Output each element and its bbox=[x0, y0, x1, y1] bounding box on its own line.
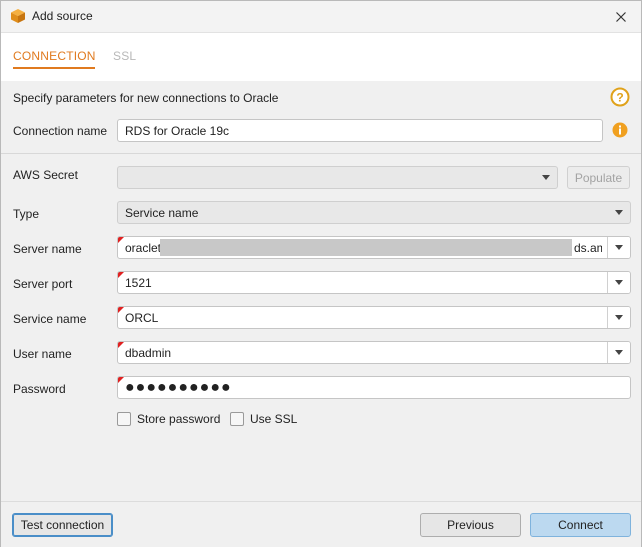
user-name-value: dbadmin bbox=[125, 345, 172, 360]
aws-secret-dropdown[interactable] bbox=[117, 166, 558, 189]
aws-secret-dropdown-button[interactable] bbox=[535, 167, 557, 188]
chevron-down-icon bbox=[615, 315, 623, 320]
title-bar: Add source bbox=[1, 1, 641, 33]
tab-connection[interactable]: CONNECTION bbox=[13, 49, 96, 63]
service-name-dropdown-button[interactable] bbox=[607, 307, 630, 328]
server-port-value: 1521 bbox=[125, 275, 152, 290]
server-name-label: Server name bbox=[13, 242, 82, 256]
chevron-down-icon bbox=[615, 210, 623, 215]
password-value: ●●●●●●●●●● bbox=[125, 378, 232, 396]
tab-bar: CONNECTION SSL bbox=[1, 33, 641, 81]
store-password-option[interactable]: Store password bbox=[117, 412, 220, 426]
password-label: Password bbox=[13, 382, 66, 396]
active-tab-indicator bbox=[13, 67, 95, 69]
connect-button[interactable]: Connect bbox=[530, 513, 631, 537]
use-ssl-option[interactable]: Use SSL bbox=[230, 412, 297, 426]
service-name-combobox[interactable]: ORCL bbox=[117, 306, 631, 329]
server-name-prefix: oraclet bbox=[125, 241, 162, 255]
populate-button[interactable]: Populate bbox=[567, 166, 630, 189]
connection-name-input[interactable]: RDS for Oracle 19c bbox=[117, 119, 603, 142]
user-name-dropdown-button[interactable] bbox=[607, 342, 630, 363]
server-port-label: Server port bbox=[13, 277, 73, 291]
use-ssl-checkbox[interactable] bbox=[230, 412, 244, 426]
info-icon[interactable] bbox=[612, 122, 628, 138]
use-ssl-label: Use SSL bbox=[250, 412, 298, 426]
type-label: Type bbox=[13, 207, 40, 221]
chevron-down-icon bbox=[615, 280, 623, 285]
connection-form: Specify parameters for new connections t… bbox=[1, 81, 641, 501]
aws-box-icon bbox=[11, 9, 25, 23]
close-button[interactable] bbox=[601, 1, 641, 32]
chevron-down-icon bbox=[615, 350, 623, 355]
store-password-label: Store password bbox=[137, 412, 221, 426]
chevron-down-icon bbox=[615, 245, 623, 250]
type-value: Service name bbox=[125, 205, 199, 220]
close-icon bbox=[616, 11, 626, 22]
connection-name-label: Connection name bbox=[13, 124, 108, 138]
section-divider bbox=[1, 153, 641, 154]
connection-name-value: RDS for Oracle 19c bbox=[125, 123, 230, 138]
server-port-dropdown-button[interactable] bbox=[607, 272, 630, 293]
form-description: Specify parameters for new connections t… bbox=[13, 91, 279, 105]
server-port-combobox[interactable]: 1521 bbox=[117, 271, 631, 294]
server-name-dropdown-button[interactable] bbox=[607, 237, 630, 258]
previous-button[interactable]: Previous bbox=[420, 513, 521, 537]
svg-text:?: ? bbox=[616, 91, 623, 105]
aws-secret-label: AWS Secret bbox=[13, 168, 78, 182]
chevron-down-icon bbox=[542, 175, 550, 180]
help-icon[interactable]: ? bbox=[610, 87, 630, 107]
service-name-value: ORCL bbox=[125, 310, 159, 325]
user-name-label: User name bbox=[13, 347, 72, 361]
dialog-footer: Test connection Previous Connect bbox=[1, 501, 641, 547]
test-connection-button[interactable]: Test connection bbox=[12, 513, 113, 537]
window-title: Add source bbox=[32, 9, 93, 23]
user-name-combobox[interactable]: dbadmin bbox=[117, 341, 631, 364]
password-input[interactable]: ●●●●●●●●●● bbox=[117, 376, 631, 399]
tab-ssl[interactable]: SSL bbox=[113, 49, 136, 63]
server-name-combobox[interactable]: oraclet ds.am bbox=[117, 236, 631, 259]
type-dropdown-button[interactable] bbox=[608, 202, 630, 223]
server-name-suffix: ds.am bbox=[574, 241, 602, 255]
service-name-label: Service name bbox=[13, 312, 87, 326]
add-source-dialog: Add source CONNECTION SSL Specify parame… bbox=[0, 0, 642, 547]
store-password-checkbox[interactable] bbox=[117, 412, 131, 426]
redacted-region bbox=[160, 239, 572, 256]
type-dropdown[interactable]: Service name bbox=[117, 201, 631, 224]
